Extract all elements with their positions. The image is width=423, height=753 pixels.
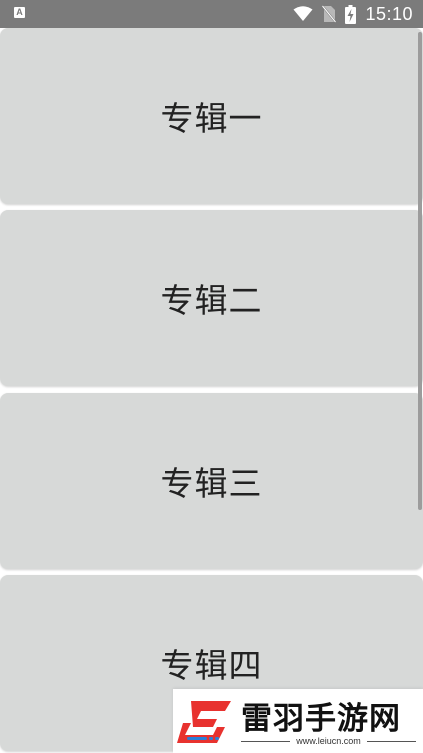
notification-a-icon: A: [14, 7, 25, 18]
album-list[interactable]: 专辑一 专辑二 专辑三 专辑四: [0, 28, 423, 753]
album-card-3[interactable]: 专辑三: [0, 393, 423, 569]
watermark: 雷羽手游网 www.leiucn.com: [173, 689, 423, 753]
watermark-title: 雷羽手游网: [241, 701, 401, 737]
album-label: 专辑二: [160, 281, 263, 320]
album-label: 专辑三: [160, 464, 263, 503]
battery-charging-icon: [345, 4, 357, 24]
album-card-2[interactable]: 专辑二: [0, 210, 423, 386]
divider: [241, 740, 291, 742]
album-card-1[interactable]: 专辑一: [0, 28, 423, 204]
album-label: 专辑一: [160, 99, 263, 138]
watermark-url: www.leiucn.com: [296, 736, 361, 746]
no-sim-icon: [322, 5, 337, 23]
scrollbar[interactable]: [418, 32, 422, 510]
wifi-icon: [293, 6, 313, 22]
leiyu-logo-icon: [177, 697, 237, 751]
status-time: 15:10: [365, 3, 413, 24]
album-label: 专辑四: [160, 646, 263, 685]
divider: [366, 740, 416, 742]
status-bar: A 15:10: [0, 0, 423, 28]
status-icons: 15:10: [293, 0, 413, 28]
watermark-url-row: www.leiucn.com: [241, 736, 416, 746]
